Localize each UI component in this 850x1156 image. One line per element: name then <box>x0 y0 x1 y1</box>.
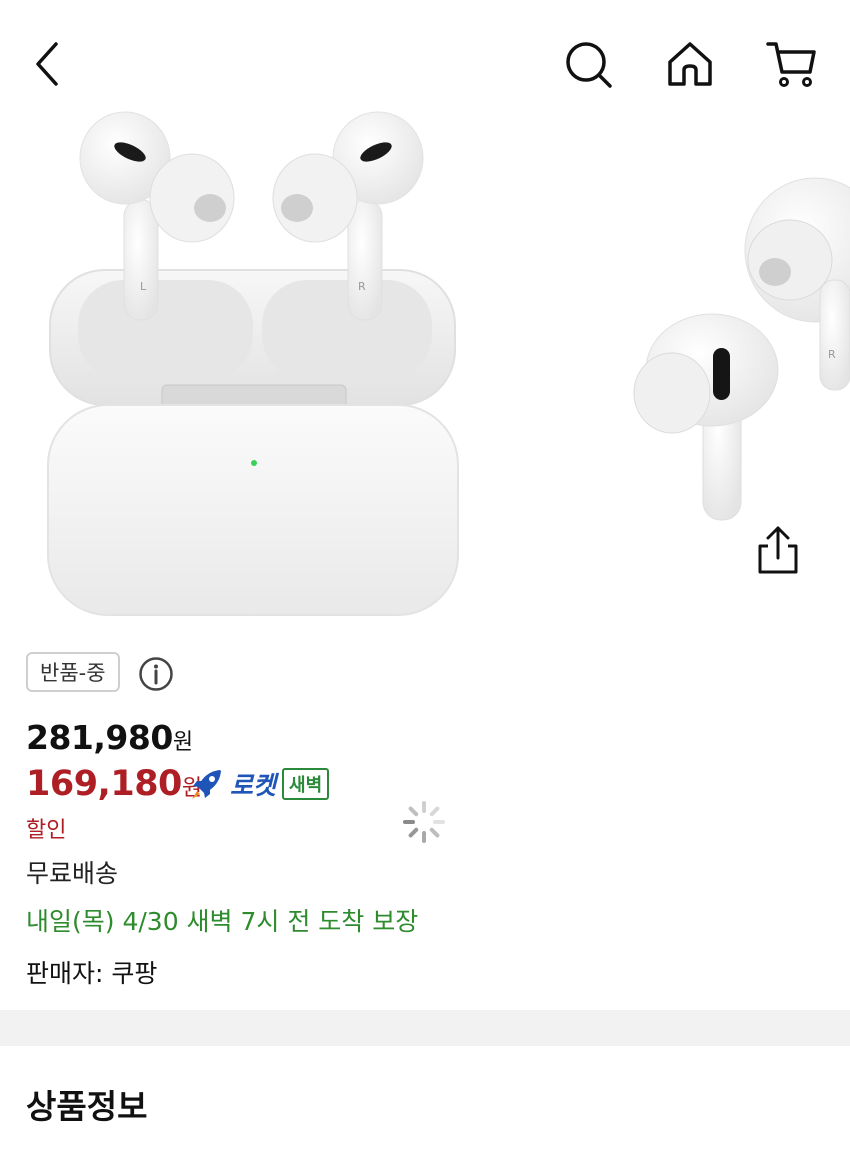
section-divider <box>0 1010 850 1046</box>
chevron-left-icon <box>36 42 58 86</box>
home-button[interactable] <box>662 36 718 92</box>
badge-label: 반품-중 <box>40 661 106 685</box>
discount-label: 할인 <box>26 818 67 843</box>
sale-price: 169,180원 <box>26 764 202 804</box>
peek-earbud-mark: R <box>828 348 836 361</box>
seller-info: 판매자: 쿠팡 <box>26 959 158 988</box>
rocket-icon <box>192 770 221 799</box>
earbud-right-mark: R <box>358 280 366 293</box>
search-icon <box>566 42 612 88</box>
rocket-label: 로켓 <box>230 771 277 800</box>
share-button[interactable] <box>754 524 802 576</box>
search-button[interactable] <box>560 36 616 92</box>
original-price-unit: 원 <box>172 730 193 755</box>
home-icon <box>668 42 712 86</box>
cart-button[interactable] <box>764 36 820 92</box>
original-price-value: 281,980 <box>26 718 173 757</box>
airpods-image: L R R <box>47 111 850 616</box>
info-button[interactable] <box>138 656 174 692</box>
product-info-title: 상품정보 <box>26 1087 148 1126</box>
sale-price-value: 169,180 <box>26 764 182 804</box>
shipping-label: 무료배송 <box>26 859 119 888</box>
back-button[interactable] <box>20 36 76 92</box>
product-image-gallery[interactable]: L R R <box>0 100 850 630</box>
info-icon <box>139 657 173 691</box>
return-status-badge: 반품-중 <box>26 652 120 692</box>
dawn-delivery-tag: 새벽 <box>282 768 330 800</box>
delivery-eta: 내일(목) 4/30 새벽 7시 전 도착 보장 <box>26 907 419 936</box>
rocket-delivery-badge: 로켓 새벽 <box>190 764 330 804</box>
earbud-left-mark: L <box>140 280 147 293</box>
cart-icon <box>766 42 816 87</box>
share-icon <box>758 526 798 574</box>
loading-spinner-icon <box>402 800 446 844</box>
original-price: 281,980원 <box>26 718 193 757</box>
